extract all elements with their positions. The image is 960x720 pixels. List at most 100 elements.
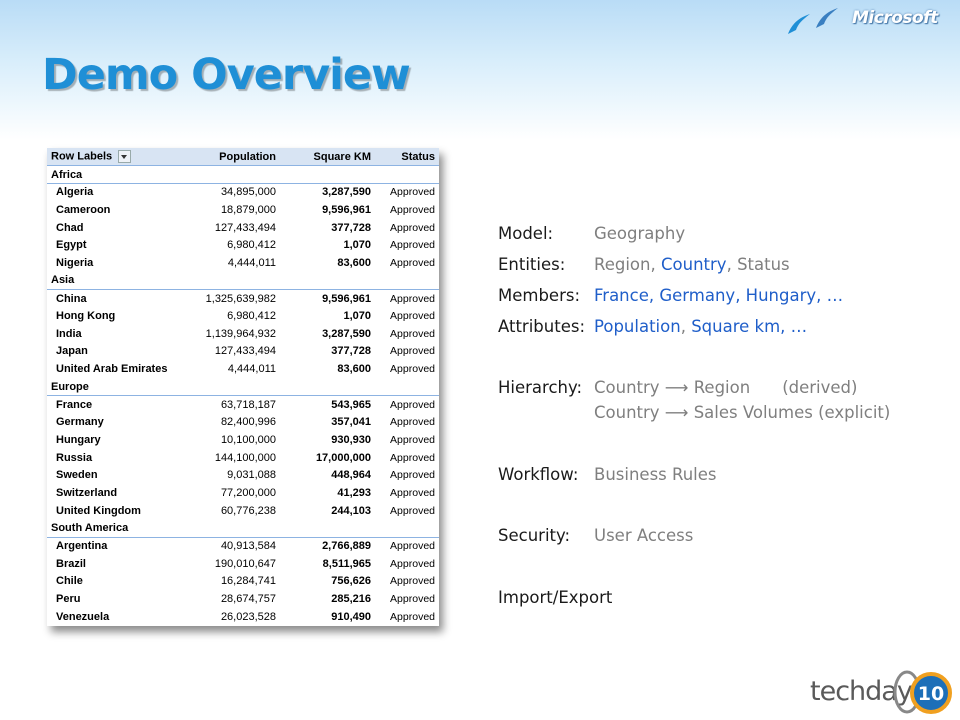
status-cell: Approved xyxy=(375,536,439,555)
pivot-region-row[interactable]: Africa xyxy=(47,166,439,184)
hierarchy-label: Hierarchy: xyxy=(498,378,583,397)
workflow-value: Business Rules xyxy=(594,465,717,484)
entity-sep: , xyxy=(650,255,656,274)
pivot-country-row[interactable]: Japan 127,433,494 377,728 Approved xyxy=(47,343,439,361)
square-km-cell: 377,728 xyxy=(331,345,371,358)
pivot-country-row[interactable]: Hungary 10,100,000 930,930 Approved xyxy=(47,431,439,449)
status-cell: Approved xyxy=(390,256,435,269)
square-km-cell: 543,965 xyxy=(280,395,375,414)
members-value: France, Germany, Hungary, … xyxy=(594,286,844,305)
status-cell: Approved xyxy=(390,575,435,588)
entity-status: Status xyxy=(737,255,790,274)
country-name: France xyxy=(47,395,185,414)
status-cell: Approved xyxy=(390,469,435,482)
square-km-cell: 1,070 xyxy=(343,239,371,252)
pivot-region-row[interactable]: Europe xyxy=(47,378,439,396)
country-name: Chad xyxy=(56,221,84,234)
pivot-country-row[interactable]: Hong Kong 6,980,412 1,070 Approved xyxy=(47,307,439,325)
country-name: Russia xyxy=(56,451,93,464)
model-label: Model: xyxy=(498,224,554,243)
status-cell: Approved xyxy=(390,451,435,464)
pivot-country-row[interactable]: Cameroon 18,879,000 9,596,961 Approved xyxy=(47,201,439,219)
pivot-country-row[interactable]: France 63,718,187 543,965 Approved xyxy=(47,395,439,414)
hierarchy-line2: Country ⟶ Sales Volumes (explicit) xyxy=(594,403,891,422)
region-label: South America xyxy=(51,522,129,535)
model-value: Geography xyxy=(594,224,686,243)
entity-country: Country xyxy=(661,255,727,274)
square-km-cell: 8,511,965 xyxy=(322,557,371,570)
population-header: Population xyxy=(185,148,280,167)
status-cell: Approved xyxy=(390,310,435,323)
row-labels-header-text: Row Labels xyxy=(51,150,113,163)
row-labels-header[interactable]: Row Labels xyxy=(47,148,185,167)
pivot-country-row[interactable]: Egypt 6,980,412 1,070 Approved xyxy=(47,236,439,254)
pivot-country-row[interactable]: Nigeria 4,444,011 83,600 Approved xyxy=(47,254,439,272)
country-name: Japan xyxy=(56,345,88,358)
population-cell: 127,433,494 xyxy=(214,345,276,358)
pivot-country-row[interactable]: Peru 28,674,757 285,216 Approved xyxy=(47,590,439,608)
pivot-country-row[interactable]: India 1,139,964,932 3,287,590 Approved xyxy=(47,325,439,343)
square-km-cell: 244,103 xyxy=(331,504,371,517)
microsoft-wordmark: Microsoft xyxy=(852,8,938,28)
status-cell: Approved xyxy=(390,610,435,623)
country-name: Hungary xyxy=(56,433,101,446)
country-name: China xyxy=(47,289,185,308)
population-cell: 77,200,000 xyxy=(220,486,276,499)
square-km-cell: 9,596,961 xyxy=(280,289,375,308)
status-cell: Approved xyxy=(375,182,439,202)
pivot-country-row[interactable]: Russia 144,100,000 17,000,000 Approved xyxy=(47,449,439,467)
pivot-region-row[interactable]: South America xyxy=(47,519,439,537)
pivot-country-row[interactable]: Venezuela 26,023,528 910,490 Approved xyxy=(47,608,439,626)
country-name: India xyxy=(56,327,82,340)
techdays-10-badge-icon: 10 xyxy=(893,670,952,714)
pivot-country-row[interactable]: Chile 16,284,741 756,626 Approved xyxy=(47,573,439,591)
pivot-country-row[interactable]: Algeria 34,895,000 3,287,590 Approved xyxy=(47,182,439,202)
status-cell: Approved xyxy=(390,327,435,340)
workflow-label: Workflow: xyxy=(498,465,579,484)
entities-value: Region, Country, Status xyxy=(594,255,790,274)
members-label: Members: xyxy=(498,286,581,305)
slide-title: Demo Overview xyxy=(42,50,411,100)
pivot-country-row[interactable]: China 1,325,639,982 9,596,961 Approved xyxy=(47,289,439,308)
square-km-cell: 357,041 xyxy=(331,416,371,429)
status-cell: Approved xyxy=(375,395,439,414)
population-cell: 9,031,088 xyxy=(227,469,276,482)
pivot-country-row[interactable]: United Arab Emirates 4,444,011 83,600 Appro… xyxy=(47,360,439,378)
status-cell: Approved xyxy=(390,221,435,234)
pivot-header-row: Row Labels Population Square KM Status xyxy=(47,148,439,167)
pivot-country-row[interactable]: United Kingdom 60,776,238 244,103 Approved xyxy=(47,502,439,520)
country-name: Argentina xyxy=(47,536,185,555)
square-km-cell: 910,490 xyxy=(331,610,371,623)
pivot-region-row[interactable]: Asia xyxy=(47,272,439,290)
population-cell: 1,139,964,932 xyxy=(205,327,276,340)
population-cell: 82,400,996 xyxy=(220,416,276,429)
country-name: Hong Kong xyxy=(56,310,116,323)
square-km-cell: 756,626 xyxy=(331,575,371,588)
square-km-cell: 17,000,000 xyxy=(315,451,371,464)
status-cell: Approved xyxy=(375,289,439,308)
pivot-country-row[interactable]: Germany 82,400,996 357,041 Approved xyxy=(47,413,439,431)
filter-dropdown-icon[interactable] xyxy=(118,150,132,164)
hierarchy-derived-path: Country ⟶ Region xyxy=(594,378,751,397)
pivot-country-row[interactable]: Argentina 40,913,584 2,766,889 Approved xyxy=(47,536,439,555)
population-cell: 26,023,528 xyxy=(220,610,276,623)
status-cell: Approved xyxy=(390,416,435,429)
status-header: Status xyxy=(375,148,439,167)
pivot-country-row[interactable]: Chad 127,433,494 377,728 Approved xyxy=(47,219,439,237)
hierarchy-line1: Country ⟶ Region (derived) xyxy=(594,378,857,397)
pivot-country-row[interactable]: Sweden 9,031,088 448,964 Approved xyxy=(47,466,439,484)
pivot-country-row[interactable]: Brazil 190,010,647 8,511,965 Approved xyxy=(47,555,439,573)
status-cell: Approved xyxy=(390,203,435,216)
status-cell: Approved xyxy=(390,433,435,446)
country-name: Venezuela xyxy=(56,610,110,623)
country-name: United Arab Emirates xyxy=(56,363,168,376)
country-name: Peru xyxy=(56,593,81,606)
status-cell: Approved xyxy=(390,486,435,499)
square-km-header: Square KM xyxy=(280,148,375,167)
security-label: Security: xyxy=(498,526,571,545)
entity-sep: , xyxy=(726,255,732,274)
pivot-country-row[interactable]: Switzerland 77,200,000 41,293 Approved xyxy=(47,484,439,502)
square-km-cell: 41,293 xyxy=(337,486,371,499)
entity-region: Region xyxy=(594,255,651,274)
status-cell: Approved xyxy=(390,345,435,358)
